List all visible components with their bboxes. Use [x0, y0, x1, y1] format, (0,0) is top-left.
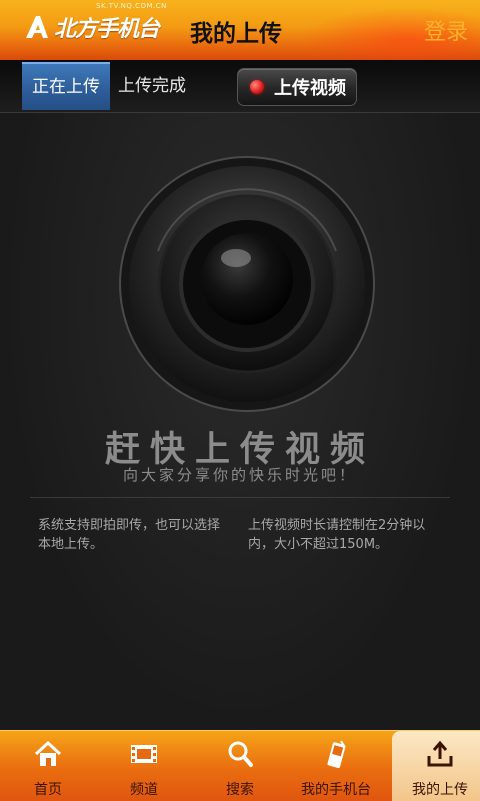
mobile-phone-icon	[327, 740, 346, 768]
nav-label-home: 首页	[34, 782, 62, 798]
camera-lens-icon	[119, 156, 375, 412]
nav-label-my-upload: 我的上传	[412, 782, 468, 798]
tip-capture-upload: 系统支持即拍即传，也可以选择本地上传。	[38, 518, 221, 552]
upload-video-button[interactable]: 上传视频	[237, 68, 357, 106]
record-icon	[250, 80, 264, 94]
nav-item-my-phone-tv[interactable]: 我的手机台	[288, 731, 384, 801]
upload-video-label: 上传视频	[274, 78, 346, 99]
nav-item-search[interactable]: 搜索	[192, 731, 288, 801]
page-title: 我的上传	[190, 21, 282, 47]
nav-label-channels: 频道	[130, 782, 158, 798]
app-logo[interactable]: 北方手机台	[24, 10, 160, 44]
logo-icon	[26, 16, 48, 38]
divider	[30, 497, 450, 498]
upload-icon	[427, 740, 453, 767]
nav-item-my-upload[interactable]: 我的上传	[392, 731, 480, 801]
subline: 向大家分享你的快乐时光吧！	[122, 466, 357, 484]
search-icon	[228, 741, 253, 767]
logo-text: 北方手机台	[54, 17, 160, 42]
nav-item-home[interactable]: 首页	[0, 731, 96, 801]
logo-url: SK.TV.NQ.COM.CN	[96, 2, 167, 10]
login-link[interactable]: 登录	[424, 14, 468, 46]
tab-completed[interactable]: 上传完成	[118, 62, 186, 110]
bottom-nav: 首页 频道 搜索 我的手机台 我的上传	[0, 730, 480, 801]
home-icon	[34, 740, 62, 766]
tip-size-limit: 上传视频时长请控制在2分钟以内，大小不超过150M。	[248, 518, 426, 552]
nav-label-search: 搜索	[226, 782, 254, 798]
app-header: 北方手机台 SK.TV.NQ.COM.CN 我的上传 登录	[0, 0, 480, 60]
tab-uploading[interactable]: 正在上传	[22, 62, 110, 110]
film-icon	[131, 745, 157, 763]
upload-tabbar: 正在上传 上传完成 上传视频	[0, 60, 480, 113]
upload-empty-state: 赶快上传视频 向大家分享你的快乐时光吧！ 系统支持即拍即传，也可以选择本地上传。…	[0, 113, 480, 730]
nav-label-my-phone-tv: 我的手机台	[301, 782, 371, 798]
nav-item-channels[interactable]: 频道	[96, 731, 192, 801]
